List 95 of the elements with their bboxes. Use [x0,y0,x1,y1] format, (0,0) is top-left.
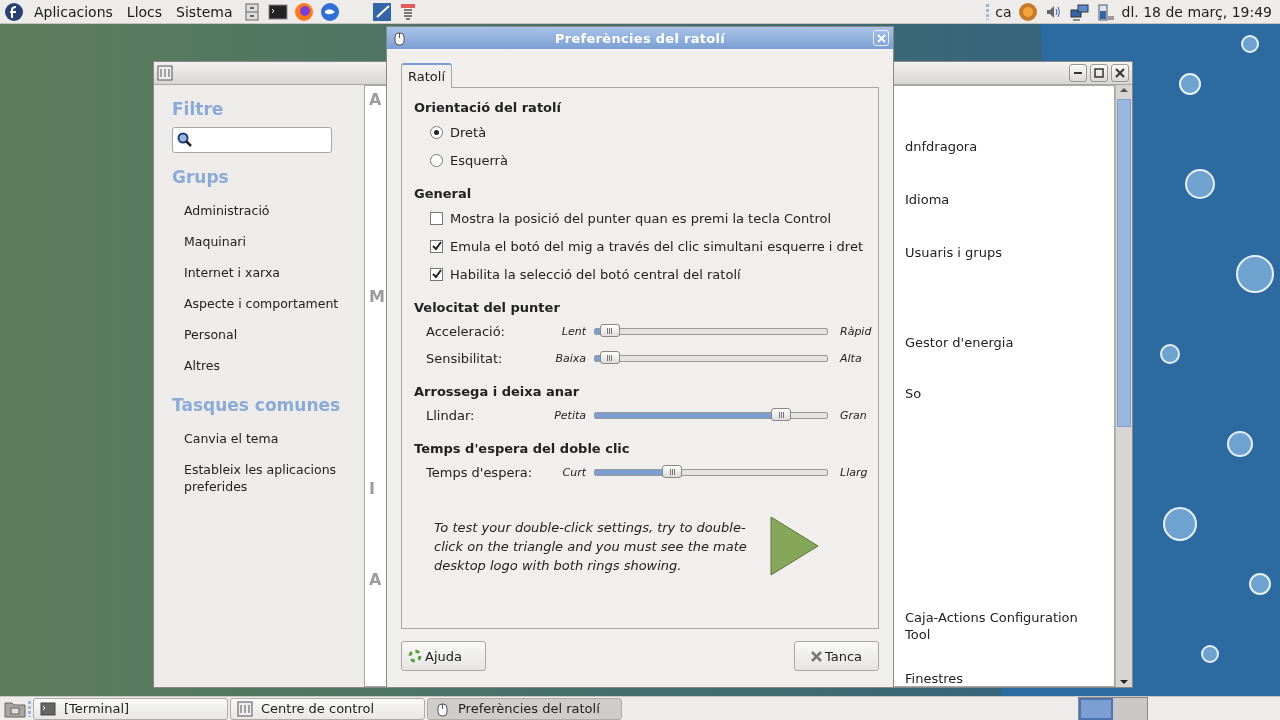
slider-thumb[interactable] [662,465,683,478]
checkbox-label[interactable]: Habilita la selecció del botó central del ratolí [450,266,741,282]
group-link[interactable]: Aspecte i comportament [172,295,358,312]
menu-item[interactable]: Sistema [172,3,237,20]
mouse-icon [391,30,407,46]
section-heading: Velocitat del punter [414,299,561,317]
browser-icon[interactable] [294,1,315,22]
radio-button[interactable] [430,153,443,167]
workspace-cell[interactable] [1113,697,1147,720]
slider-max-label: Alta [838,352,863,365]
slider-thumb[interactable] [599,351,620,364]
slider-min-label: Baixa [554,352,587,365]
minimize-icon [1073,72,1083,74]
applet-item[interactable]: Usuaris i grups [905,244,1095,261]
radio-label[interactable]: Esquerrà [450,152,508,168]
close-button[interactable] [1111,64,1129,82]
battery-plug-icon[interactable] [1095,1,1116,22]
close-icon [876,33,886,43]
triangle-icon[interactable] [770,516,820,576]
slider-label: Acceleració: [426,324,506,339]
applet-item[interactable]: Gestor d'energia [905,334,1095,351]
applet-item[interactable]: dnfdragora [905,138,1095,155]
groups-heading: Grups [172,167,230,187]
checkbox[interactable] [430,211,443,225]
section-heading: Arrossega i deixa anar [414,383,581,401]
panel-handle[interactable] [28,700,31,717]
scroll-down-icon[interactable] [1119,677,1129,687]
radio-button[interactable] [430,125,443,139]
slider-min-label: Lent [560,325,588,338]
slider-min-label: Petita [553,409,587,422]
hint-text: To test your double-click settings, try to double-click on the triangle and you must see the mate desktop logo with both rings showing. [434,518,748,575]
group-link[interactable]: Maquinari [172,233,358,250]
control-panel-icon[interactable] [157,65,173,81]
group-link[interactable]: Personal [172,326,358,343]
mouse-icon [434,700,450,717]
close-icon [810,650,822,662]
slider-max-label: Ràpid [839,325,872,338]
slider-max-label: Llarg [839,466,868,479]
maximize-button[interactable] [1090,64,1108,82]
slider-max-label: Gran [839,409,867,422]
applet-item[interactable]: So [905,385,1095,402]
task-button[interactable]: Preferències del ratolí [427,697,622,720]
tasks-heading: Tasques comunes [172,395,342,415]
radio-label[interactable]: Dretà [450,124,487,140]
applet-item[interactable]: Idioma [905,191,1095,208]
menu-item[interactable]: Llocs [122,3,167,20]
workspace-cell[interactable] [1079,697,1113,720]
keyboard-layout[interactable]: ca [995,3,1012,20]
search-field[interactable] [172,127,332,153]
section-heading: M [369,287,385,306]
help-button[interactable]: Ajuda [401,641,486,671]
lifebuoy-icon [408,649,422,663]
slider-thumb[interactable] [771,408,792,421]
minimize-button[interactable] [1069,64,1087,82]
task-link[interactable]: Estableix les aplicacions preferides [172,461,358,495]
section-heading: A [369,570,382,589]
applet-item[interactable]: Finestres [905,670,1095,687]
menu-item[interactable]: Aplicacions [30,3,117,20]
filter-heading: Filtre [172,99,225,119]
network-icon[interactable] [1069,1,1090,22]
terminal-icon [40,700,56,717]
task-link[interactable]: Canvia el tema [172,430,358,447]
checkbox-label[interactable]: Mostra la posició del punter quan es premi la tecla Control [450,210,832,226]
task-button[interactable]: [Terminal] [33,697,228,720]
task-button[interactable]: Centre de control [230,697,425,720]
maximize-icon [1094,68,1104,78]
magic-wand-icon[interactable] [372,1,393,22]
close-icon [1115,68,1125,78]
panel-handle[interactable] [986,3,990,20]
control-panel-icon [237,700,253,717]
section-heading: Orientació del ratolí [414,99,562,117]
checkbox[interactable] [430,239,443,253]
slider-min-label: Curt [561,466,588,479]
group-link[interactable]: Internet i xarxa [172,264,358,281]
checkbox-label[interactable]: Emula el botó del mig a través del clic simultani esquerre i dret [450,238,864,254]
slider-label: Temps d'espera: [426,465,534,480]
group-link[interactable]: Administració [172,202,358,219]
window-title: Preferències del ratolí [553,30,727,46]
applet-item[interactable]: Caja-Actions Configuration Tool [905,609,1095,643]
slider-label: Sensibilitat: [426,351,504,366]
close-button[interactable]: Tanca [794,641,879,671]
group-link[interactable]: Altres [172,357,358,374]
section-heading: I [369,479,375,498]
fedora-logo-icon[interactable] [4,1,24,22]
terminal-icon[interactable] [268,1,289,22]
search-icon [177,132,193,148]
section-heading: A [369,90,382,109]
slider-thumb[interactable] [599,324,620,337]
tab[interactable]: Ratolí [401,63,452,88]
slider-label: Llindar: [426,408,476,423]
section-heading: Temps d'espera del doble clic [414,440,631,458]
scrollbar[interactable] [1115,85,1132,687]
section-heading: General [414,185,473,203]
checkbox[interactable] [430,267,443,281]
clock[interactable]: dl. 18 de març, 19:49 [1121,3,1272,20]
